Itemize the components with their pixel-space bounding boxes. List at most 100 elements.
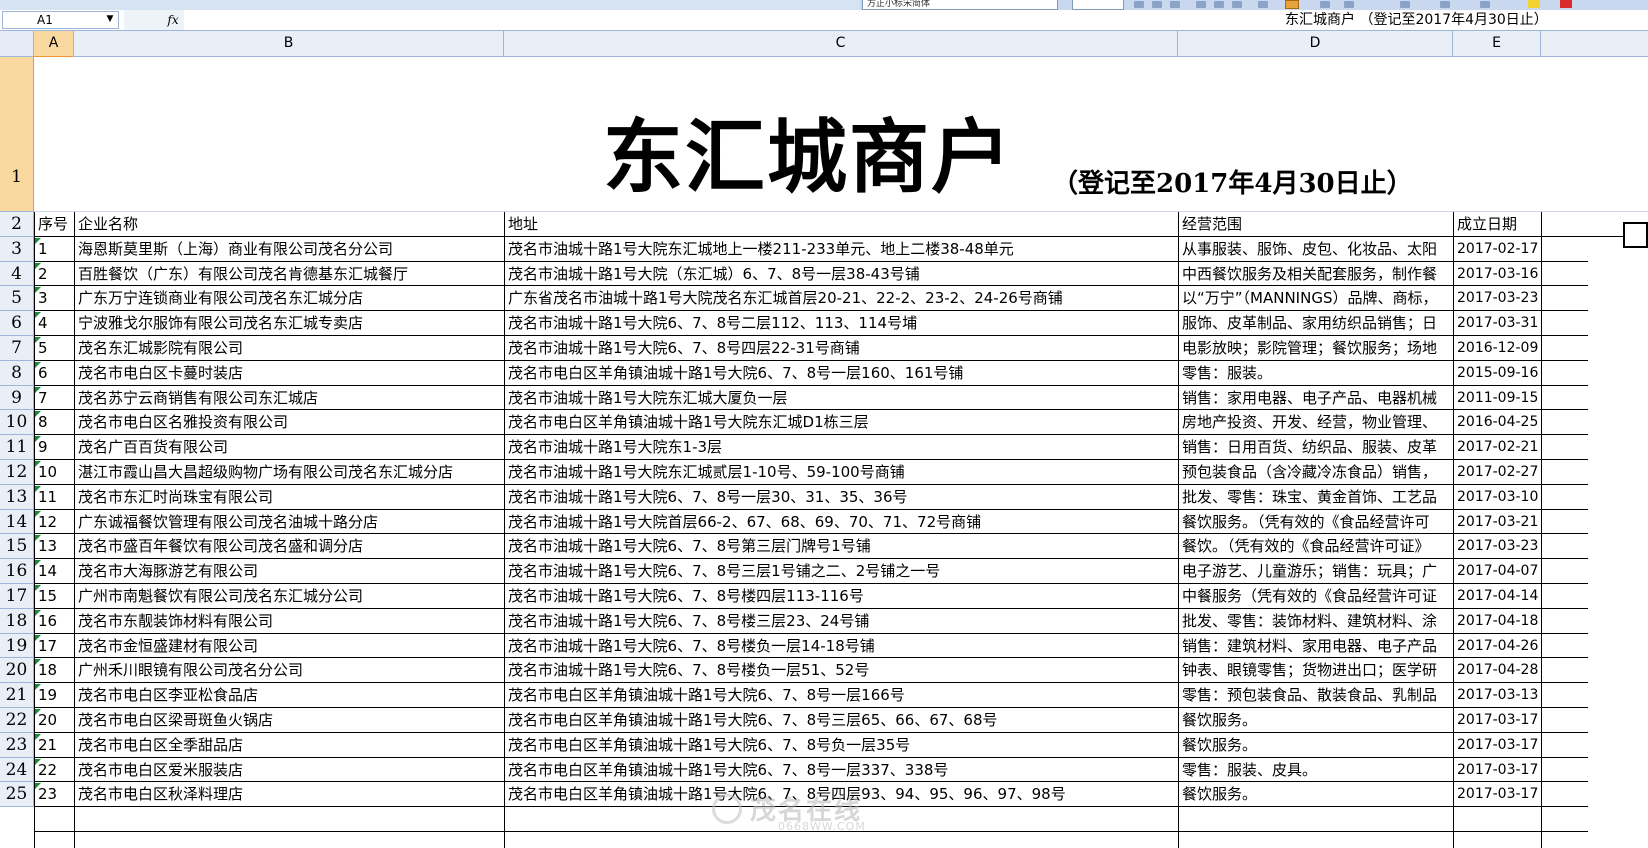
font-size-select[interactable] (1072, 0, 1124, 10)
cell-scope[interactable]: 从事服装、服饰、皮包、化妆品、太阳 (1178, 237, 1453, 262)
cell-address[interactable]: 茂名市油城十路1号大院6、7、8号楼负一层14-18号铺 (504, 634, 1178, 659)
cell-date[interactable]: 2017-03-17 (1453, 708, 1541, 733)
cell-name[interactable]: 百胜餐饮（广东）有限公司茂名肯德基东汇城餐厅 (74, 262, 504, 287)
cell-name[interactable]: 茂名市东靓装饰材料有限公司 (74, 609, 504, 634)
align-center-button[interactable] (1214, 1, 1224, 8)
font-color-icon[interactable] (1560, 0, 1572, 8)
row-header-18[interactable]: 18 (0, 608, 34, 634)
cell-scope[interactable]: 电子游艺、儿童游乐；销售：玩具；广 (1178, 559, 1453, 584)
cell-name[interactable]: 茂名市电白区名雅投资有限公司 (74, 410, 504, 435)
header-seq[interactable]: 序号 (34, 212, 74, 237)
cell-scope[interactable]: 钟表、眼镜零售；货物进出口；医学研 (1178, 658, 1453, 683)
row-header-8[interactable]: 8 (0, 360, 34, 386)
cell-scope[interactable]: 餐饮服务。 (1178, 782, 1453, 807)
cell-name[interactable]: 茂名东汇城影院有限公司 (74, 336, 504, 361)
cell-address[interactable]: 茂名市油城十路1号大院6、7、8号楼三层23、24号铺 (504, 609, 1178, 634)
cell-name[interactable]: 广东万宁连锁商业有限公司茂名东汇城分店 (74, 286, 504, 311)
cell-name[interactable]: 茂名市电白区卡蔓时装店 (74, 361, 504, 386)
cell-date[interactable]: 2017-02-27 (1453, 460, 1541, 485)
fill-color-icon[interactable] (1528, 0, 1540, 8)
cell-address[interactable]: 茂名市油城十路1号大院首层66-2、67、68、69、70、71、72号商铺 (504, 510, 1178, 535)
cell-date[interactable]: 2016-04-25 (1453, 410, 1541, 435)
cell-scope[interactable]: 零售：预包装食品、散装食品、乳制品 (1178, 683, 1453, 708)
row-header-21[interactable]: 21 (0, 683, 34, 708)
row-header-1[interactable]: 1 (0, 57, 34, 212)
cell-address[interactable]: 茂名市油城十路1号大院6、7、8号四层22-31号商铺 (504, 336, 1178, 361)
row-header-12[interactable]: 12 (0, 460, 34, 485)
row-header-9[interactable]: 9 (0, 385, 34, 411)
cell-address[interactable]: 茂名市油城十路1号大院6、7、8号二层112、113、114号埔 (504, 311, 1178, 336)
row-header-14[interactable]: 14 (0, 509, 34, 535)
cell-name[interactable]: 茂名市电白区爱米服装店 (74, 758, 504, 783)
increase-indent-button[interactable] (1440, 1, 1450, 8)
row-header-24[interactable]: 24 (0, 757, 34, 783)
row-header-20[interactable]: 20 (0, 658, 34, 684)
cell-address[interactable]: 茂名市油城十路1号大院6、7、8号楼四层113-116号 (504, 584, 1178, 609)
cell-address[interactable]: 茂名市电白区羊角镇油城十路1号大院6、7、8号一层337、338号 (504, 758, 1178, 783)
cell-scope[interactable]: 餐饮服务。（凭有效的《食品经营许可 (1178, 510, 1453, 535)
row-header-2[interactable]: 2 (0, 212, 34, 237)
cell-address[interactable]: 茂名市油城十路1号大院东汇城贰层1-10号、59-100号商铺 (504, 460, 1178, 485)
cell-name[interactable]: 广东诚福餐饮管理有限公司茂名油城十路分店 (74, 510, 504, 535)
cell-name[interactable]: 茂名市电白区梁哥斑鱼火锅店 (74, 708, 504, 733)
align-left-button[interactable] (1196, 1, 1206, 8)
cell-address[interactable]: 茂名市电白区羊角镇油城十路1号大院东汇城D1栋三层 (504, 410, 1178, 435)
cell-date[interactable]: 2017-03-17 (1453, 782, 1541, 807)
row-header-22[interactable]: 22 (0, 708, 34, 733)
cell-name[interactable]: 茂名市电白区全季甜品店 (74, 733, 504, 758)
cell-name[interactable]: 茂名市大海豚游艺有限公司 (74, 559, 504, 584)
cell-address[interactable]: 茂名市油城十路1号大院东汇城地上一楼211-233单元、地上二楼38-48单元 (504, 237, 1178, 262)
cell-date[interactable]: 2017-03-21 (1453, 510, 1541, 535)
cell-date[interactable]: 2017-04-18 (1453, 609, 1541, 634)
cell-address[interactable]: 茂名市电白区羊角镇油城十路1号大院6、7、8号一层166号 (504, 683, 1178, 708)
header-name[interactable]: 企业名称 (74, 212, 504, 237)
borders-button[interactable] (1480, 1, 1490, 8)
cell-date[interactable]: 2017-03-17 (1453, 758, 1541, 783)
row-header-13[interactable]: 13 (0, 484, 34, 510)
cell-date[interactable]: 2015-09-16 (1453, 361, 1541, 386)
cell-name[interactable]: 广州禾川眼镜有限公司茂名分公司 (74, 658, 504, 683)
select-all-corner[interactable] (0, 31, 34, 57)
underline-button[interactable] (1170, 1, 1180, 8)
cell-address[interactable]: 茂名市油城十路1号大院6、7、8号第三层门牌号1号铺 (504, 534, 1178, 559)
row-header-23[interactable]: 23 (0, 732, 34, 758)
cell-address[interactable]: 茂名市电白区羊角镇油城十路1号大院6、7、8号一层160、161号铺 (504, 361, 1178, 386)
row-header-7[interactable]: 7 (0, 336, 34, 361)
cell-address[interactable]: 广东省茂名市油城十路1号大院茂名东汇城首层20-21、22-2、23-2、24-… (504, 286, 1178, 311)
cell-scope[interactable]: 零售：服装、皮具。 (1178, 758, 1453, 783)
cell-date[interactable]: 2017-03-23 (1453, 534, 1541, 559)
column-header-f[interactable] (1541, 31, 1648, 57)
name-box-dropdown-icon[interactable]: ▼ (102, 11, 118, 27)
cell-date[interactable]: 2017-02-17 (1453, 237, 1541, 262)
header-scope[interactable]: 经营范围 (1178, 212, 1453, 237)
font-name-select[interactable]: 方正小标宋简体 (862, 0, 1058, 10)
cell-date[interactable]: 2017-03-31 (1453, 311, 1541, 336)
cell-name[interactable]: 茂名市东汇时尚珠宝有限公司 (74, 485, 504, 510)
format-painter-icon[interactable] (1285, 0, 1299, 9)
cell-scope[interactable]: 房地产投资、开发、经营，物业管理、 (1178, 410, 1453, 435)
cell-date[interactable]: 2017-02-21 (1453, 435, 1541, 460)
cell-scope[interactable]: 以“万宁”（MANNINGS）品牌、商标， (1178, 286, 1453, 311)
row-header-6[interactable]: 6 (0, 311, 34, 336)
row-header-16[interactable]: 16 (0, 559, 34, 584)
decrease-indent-button[interactable] (1400, 1, 1410, 8)
cell-scope[interactable]: 批发、零售：珠宝、黄金首饰、工艺品 (1178, 485, 1453, 510)
cell-name[interactable]: 茂名市盛百年餐饮有限公司茂名盛和调分店 (74, 534, 504, 559)
cell-scope[interactable]: 批发、零售：装饰材料、建筑材料、涂 (1178, 609, 1453, 634)
cell-name[interactable]: 茂名苏宁云商销售有限公司东汇城店 (74, 386, 504, 411)
cell-date[interactable]: 2017-04-14 (1453, 584, 1541, 609)
cell-date[interactable]: 2017-03-17 (1453, 733, 1541, 758)
cell-address[interactable]: 茂名市油城十路1号大院6、7、8号三层1号铺之二、2号铺之一号 (504, 559, 1178, 584)
bold-button[interactable] (1134, 1, 1144, 8)
cell-scope[interactable]: 服饰、皮革制品、家用纺织品销售；日 (1178, 311, 1453, 336)
percent-button[interactable] (1344, 1, 1354, 8)
cell-address[interactable]: 茂名市油城十路1号大院6、7、8号一层30、31、35、36号 (504, 485, 1178, 510)
cell-address[interactable]: 茂名市油城十路1号大院东汇城大厦负一层 (504, 386, 1178, 411)
row-header-5[interactable]: 5 (0, 286, 34, 312)
column-header-e[interactable]: E (1453, 31, 1541, 57)
row-header-4[interactable]: 4 (0, 261, 34, 287)
row-header-3[interactable]: 3 (0, 236, 34, 262)
cell-name[interactable]: 湛江市霞山昌大昌超级购物广场有限公司茂名东汇城分店 (74, 460, 504, 485)
header-date[interactable]: 成立日期 (1453, 212, 1541, 237)
cell-scope[interactable]: 销售：家用电器、电子产品、电器机械 (1178, 386, 1453, 411)
